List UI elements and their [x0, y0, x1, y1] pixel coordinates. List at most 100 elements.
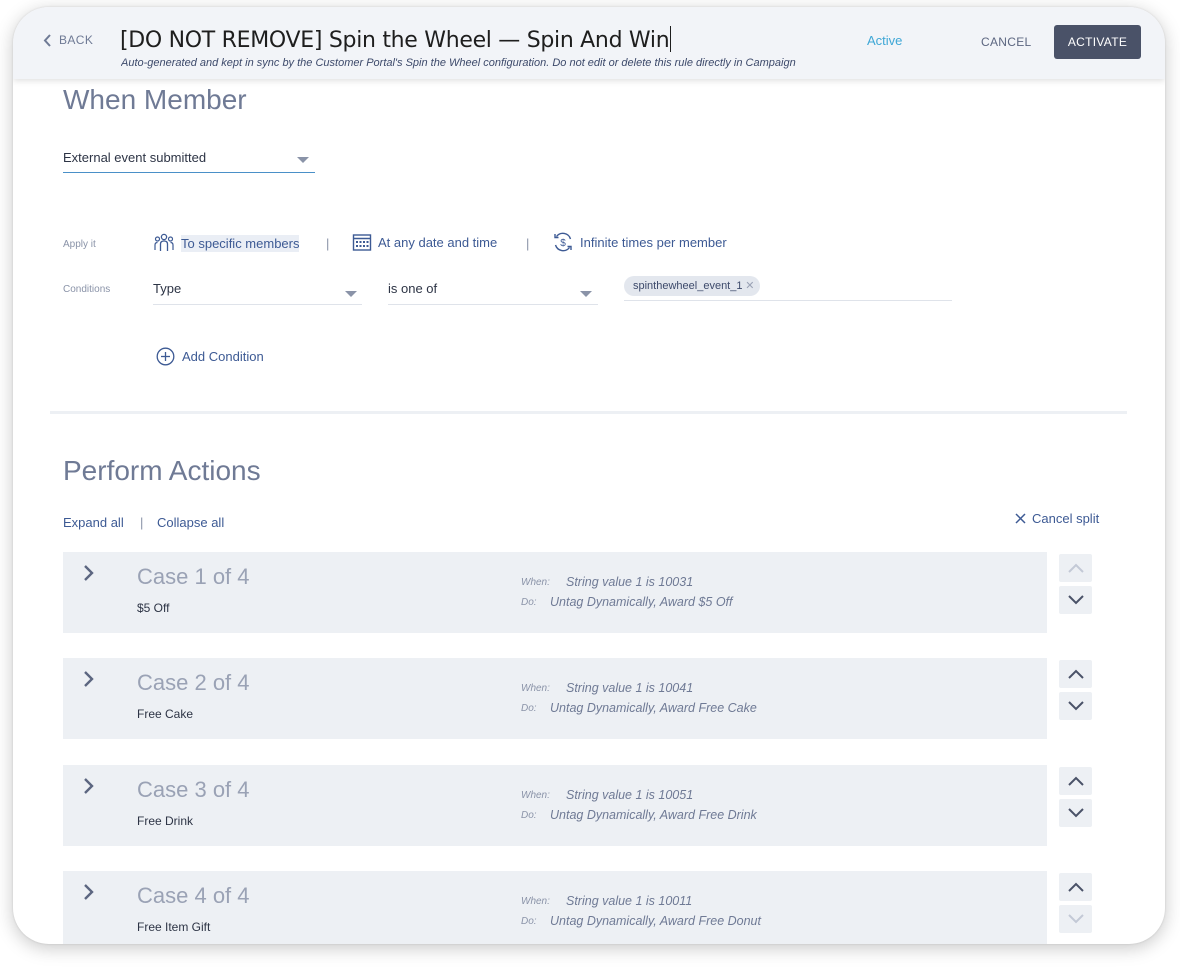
trigger-dropdown[interactable]: External event submitted — [63, 147, 315, 173]
app-window: BACK [DO NOT REMOVE] Spin the Wheel — Sp… — [13, 7, 1165, 944]
text-caret — [670, 26, 672, 52]
apply-option-specific-members[interactable]: To specific members — [153, 233, 300, 253]
case-title: Case 2 of 4 — [137, 670, 250, 695]
case-do-value: Untag Dynamically, Award Free Drink — [550, 808, 757, 822]
add-condition-button[interactable]: Add Condition — [156, 347, 264, 366]
case-do-value: Untag Dynamically, Award $5 Off — [550, 595, 733, 609]
move-up-button[interactable] — [1059, 873, 1092, 901]
chevron-right-icon[interactable] — [83, 883, 95, 901]
case-when-value: String value 1 is 10031 — [566, 575, 694, 589]
case-card[interactable]: Case 2 of 4 Free Cake When: String value… — [63, 658, 1047, 739]
when-label: When: — [521, 790, 550, 801]
chevron-down-icon — [1067, 808, 1084, 818]
do-label: Do: — [521, 597, 537, 608]
apply-option-infinite-times[interactable]: $ Infinite times per member — [552, 231, 727, 253]
separator: | — [326, 236, 330, 251]
chevron-down-icon — [345, 291, 357, 297]
chevron-down-icon — [1067, 701, 1084, 711]
chevron-right-icon[interactable] — [83, 564, 95, 582]
move-up-button[interactable] — [1059, 660, 1092, 688]
condition-operator-value: is one of — [388, 281, 438, 296]
case-do-value: Untag Dynamically, Award Free Donut — [550, 914, 761, 928]
chevron-up-icon — [1067, 776, 1084, 786]
condition-field-value: Type — [153, 281, 182, 296]
case-do-value: Untag Dynamically, Award Free Cake — [550, 701, 757, 715]
people-icon — [154, 233, 174, 251]
case-card[interactable]: Case 1 of 4 $5 Off When: String value 1 … — [63, 552, 1047, 633]
close-icon — [1015, 513, 1026, 524]
case-card[interactable]: Case 3 of 4 Free Drink When: String valu… — [63, 765, 1047, 846]
chevron-down-icon — [1067, 914, 1084, 924]
condition-field-dropdown[interactable]: Type — [153, 277, 362, 305]
case-card[interactable]: Case 4 of 4 Free Item Gift When: String … — [63, 871, 1047, 944]
move-down-button[interactable] — [1059, 799, 1092, 827]
case-name: $5 Off — [137, 601, 170, 615]
rule-description: Auto-generated and kept in sync by the C… — [121, 57, 796, 69]
rule-title-input[interactable]: [DO NOT REMOVE] Spin the Wheel — Spin An… — [120, 26, 672, 53]
repeat-dollar-icon: $ — [554, 232, 572, 252]
chevron-up-icon — [1067, 563, 1084, 573]
status-label: Active — [867, 33, 903, 48]
chevron-up-icon — [1067, 882, 1084, 892]
when-label: When: — [521, 896, 550, 907]
perform-actions-title: Perform Actions — [63, 455, 261, 486]
case-title: Case 1 of 4 — [137, 564, 250, 589]
apply-label: Apply it — [63, 239, 96, 250]
chevron-down-icon — [580, 291, 592, 297]
case-name: Free Drink — [137, 814, 194, 828]
rule-editor-content: When Member External event submitted App… — [13, 79, 1165, 944]
apply-option-any-date[interactable]: At any date and time — [352, 233, 497, 251]
condition-values-field[interactable]: spinthewheel_event_1 ✕ — [624, 273, 952, 301]
back-label: BACK — [59, 33, 94, 47]
expand-all-link[interactable]: Expand all — [63, 515, 124, 530]
back-button[interactable]: BACK — [43, 33, 93, 47]
condition-operator-dropdown[interactable]: is one of — [388, 277, 598, 305]
apply-option-label: To specific members — [181, 234, 300, 252]
chevron-left-icon — [43, 33, 51, 47]
conditions-label: Conditions — [63, 284, 111, 295]
svg-text:$: $ — [560, 238, 566, 249]
chevron-down-icon — [297, 157, 309, 163]
chevron-down-icon — [1067, 595, 1084, 605]
section-divider — [50, 411, 1127, 414]
case-when-value: String value 1 is 10011 — [566, 894, 693, 908]
case-title: Case 4 of 4 — [137, 883, 250, 908]
tag-label: spinthewheel_event_1 — [633, 280, 743, 292]
chevron-right-icon[interactable] — [83, 777, 95, 795]
move-down-button[interactable] — [1059, 692, 1092, 720]
do-label: Do: — [521, 810, 537, 821]
separator: | — [140, 515, 144, 530]
cancel-split-button[interactable]: Cancel split — [1015, 511, 1099, 526]
chevron-up-icon — [1067, 669, 1084, 679]
do-label: Do: — [521, 916, 537, 927]
activate-button[interactable]: ACTIVATE — [1054, 25, 1141, 59]
case-name: Free Cake — [137, 707, 194, 721]
trigger-value: External event submitted — [63, 150, 207, 165]
move-down-button[interactable] — [1059, 905, 1092, 933]
collapse-all-link[interactable]: Collapse all — [157, 515, 224, 530]
remove-tag-icon[interactable]: ✕ — [745, 276, 754, 296]
cancel-button[interactable]: CANCEL — [981, 35, 1031, 49]
move-up-button[interactable] — [1059, 554, 1092, 582]
when-member-title: When Member — [63, 84, 247, 115]
apply-option-label: Infinite times per member — [580, 234, 727, 250]
when-label: When: — [521, 577, 550, 588]
case-name: Free Item Gift — [137, 920, 211, 934]
case-title: Case 3 of 4 — [137, 777, 250, 802]
chevron-right-icon[interactable] — [83, 670, 95, 688]
separator: | — [526, 236, 530, 251]
editor-header: BACK [DO NOT REMOVE] Spin the Wheel — Sp… — [13, 7, 1165, 79]
calendar-icon — [352, 234, 372, 251]
case-when-value: String value 1 is 10051 — [566, 788, 694, 802]
condition-value-tag: spinthewheel_event_1 ✕ — [624, 276, 761, 296]
move-up-button[interactable] — [1059, 767, 1092, 795]
rule-title-text: [DO NOT REMOVE] Spin the Wheel — Spin An… — [120, 28, 670, 53]
when-label: When: — [521, 683, 550, 694]
do-label: Do: — [521, 703, 537, 714]
cancel-split-label: Cancel split — [1032, 511, 1100, 526]
add-condition-label: Add Condition — [182, 349, 264, 364]
apply-option-label: At any date and time — [378, 234, 498, 250]
plus-circle-icon — [156, 347, 175, 366]
move-down-button[interactable] — [1059, 586, 1092, 614]
case-when-value: String value 1 is 10041 — [566, 681, 694, 695]
